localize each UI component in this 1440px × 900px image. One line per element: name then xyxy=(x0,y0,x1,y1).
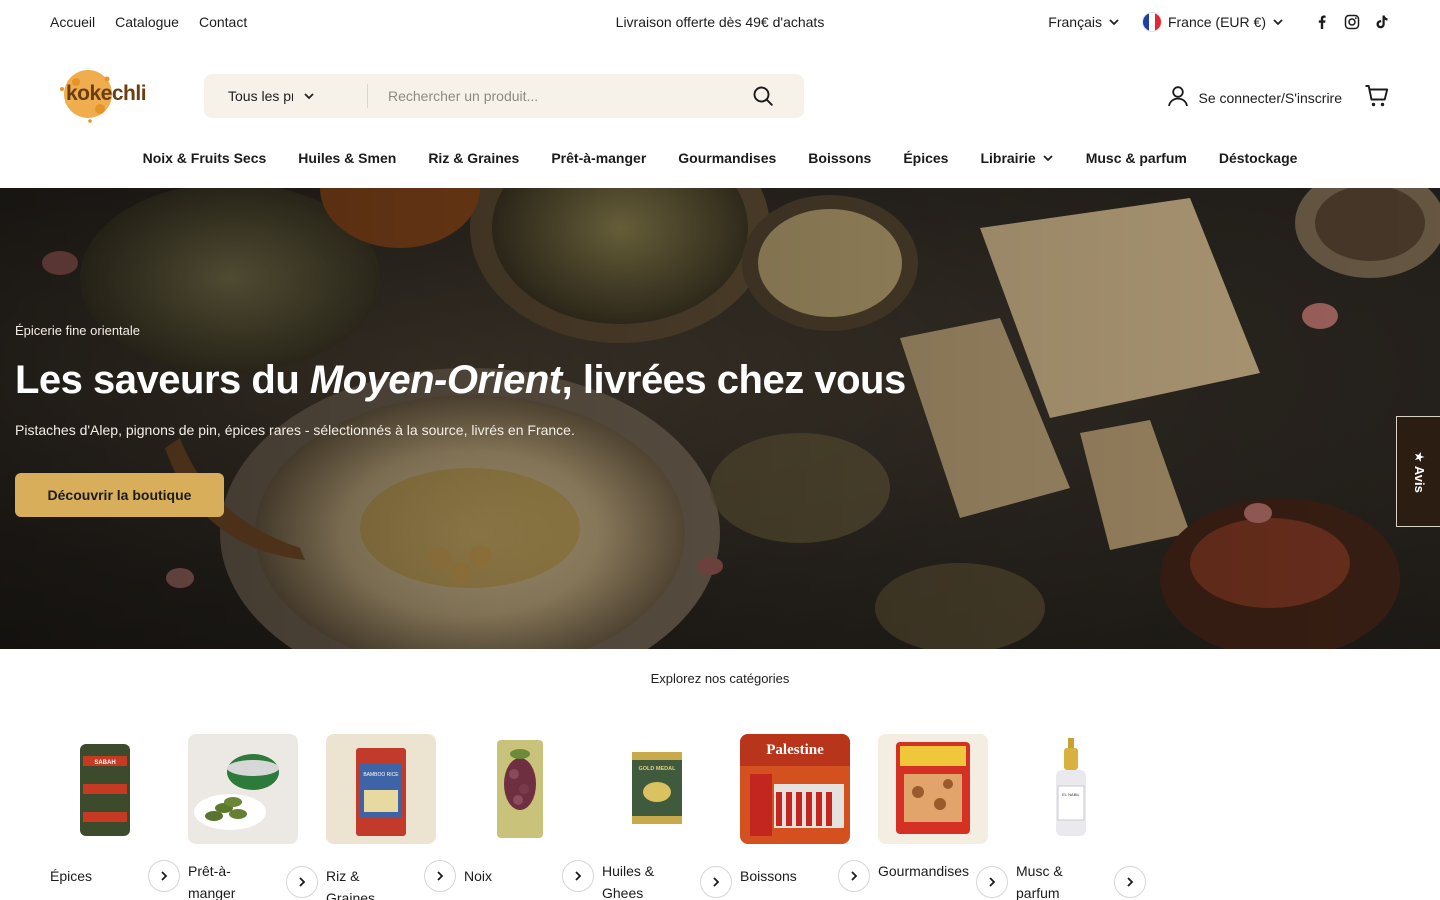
chevron-right-icon[interactable] xyxy=(700,866,732,898)
nav-riz-graines[interactable]: Riz & Graines xyxy=(428,150,519,166)
kokechli-logo[interactable]: kokechli xyxy=(50,64,152,124)
search-icon[interactable] xyxy=(752,85,774,107)
category-image-noix xyxy=(464,734,574,844)
category-label-huiles-ghees: Huiles & Ghees xyxy=(602,863,655,900)
main-navigation: Noix & Fruits Secs Huiles & Smen Riz & G… xyxy=(0,150,1440,166)
chevron-down-icon xyxy=(1108,16,1120,28)
reviews-tab[interactable]: ★ Avis xyxy=(1396,416,1440,527)
category-image-epices: SABAH xyxy=(50,734,160,844)
category-image-gourmandises xyxy=(878,734,988,844)
cart-icon[interactable] xyxy=(1364,83,1390,114)
hero-title: Les saveurs du Moyen-Orient, livrées che… xyxy=(15,358,906,403)
category-label-riz-graines: Riz & Graines xyxy=(326,868,376,900)
facebook-icon[interactable] xyxy=(1314,14,1330,30)
tiktok-icon[interactable] xyxy=(1374,14,1390,30)
chevron-right-icon[interactable] xyxy=(286,866,318,898)
category-label-noix: Noix xyxy=(464,868,493,884)
chevron-right-icon[interactable] xyxy=(562,860,594,892)
nav-pret-a-manger[interactable]: Prêt-à-manger xyxy=(551,150,646,166)
category-label-epices: Épices xyxy=(50,868,93,884)
utility-bar: Accueil Catalogue Contact Livraison offe… xyxy=(0,0,1440,46)
nav-destockage[interactable]: Déstockage xyxy=(1219,150,1298,166)
account-link[interactable]: Se connecter/S'inscrire xyxy=(1166,84,1342,111)
category-card-musc-parfum[interactable]: EL NABIL Musc & parfum xyxy=(1016,734,1146,900)
chevron-down-icon xyxy=(1042,152,1054,164)
language-selector[interactable]: Français xyxy=(1048,14,1120,30)
nav-huiles-smen[interactable]: Huiles & Smen xyxy=(298,150,396,166)
category-image-boissons: Palestine xyxy=(740,734,850,844)
category-label-boissons: Boissons xyxy=(740,868,797,884)
hero-overlay xyxy=(0,188,1440,649)
nav-boissons[interactable]: Boissons xyxy=(808,150,871,166)
category-card-huiles-ghees[interactable]: GOLD MEDAL Huiles & Ghees xyxy=(602,734,732,900)
language-label: Français xyxy=(1048,14,1102,30)
locale-controls: Français France (EUR €) xyxy=(1048,12,1390,32)
link-catalogue[interactable]: Catalogue xyxy=(115,14,179,30)
hero-eyebrow: Épicerie fine orientale xyxy=(15,323,141,338)
hero-title-emphasis: Moyen-Orient xyxy=(309,358,562,402)
link-contact[interactable]: Contact xyxy=(199,14,247,30)
svg-text:SABAH: SABAH xyxy=(94,760,115,766)
hero-subtitle: Pistaches d'Alep, pignons de pin, épices… xyxy=(15,422,575,438)
categories-heading: Explorez nos catégories xyxy=(650,671,790,686)
category-image-riz-graines: BAMBOO RICE xyxy=(326,734,436,844)
category-image-pret-a-manger xyxy=(188,734,298,844)
discover-shop-button[interactable]: Découvrir la boutique xyxy=(15,473,224,517)
search-category-selector[interactable]: Tous les produits xyxy=(204,84,368,108)
chevron-right-icon[interactable] xyxy=(976,866,1008,898)
nav-librairie-label: Librairie xyxy=(980,150,1036,166)
category-card-pret-a-manger[interactable]: Prêt-à-manger xyxy=(188,734,318,900)
svg-text:EL NABIL: EL NABIL xyxy=(1062,792,1080,797)
chevron-down-icon xyxy=(303,90,368,102)
country-selector[interactable]: France (EUR €) xyxy=(1141,12,1284,32)
chevron-right-icon[interactable] xyxy=(424,860,456,892)
category-card-noix[interactable]: Noix xyxy=(464,734,594,900)
hero-title-suffix: , livrées chez vous xyxy=(561,358,907,402)
chevron-down-icon xyxy=(1272,16,1284,28)
search-category-label: Tous les produits xyxy=(228,88,293,104)
france-flag-icon xyxy=(1141,12,1162,32)
instagram-icon[interactable] xyxy=(1344,14,1360,30)
nav-librairie[interactable]: Librairie xyxy=(980,150,1053,166)
svg-text:BAMBOO RICE: BAMBOO RICE xyxy=(363,772,399,778)
category-carousel: SABAH Épices Prêt-à-manger BAMBOO RICE R… xyxy=(50,734,1146,900)
nav-noix-fruits-secs[interactable]: Noix & Fruits Secs xyxy=(143,150,267,166)
category-card-boissons[interactable]: Palestine Boissons xyxy=(740,734,870,900)
user-icon xyxy=(1166,84,1190,111)
category-image-huiles-ghees: GOLD MEDAL xyxy=(602,734,712,844)
nav-epices[interactable]: Épices xyxy=(903,150,948,166)
category-image-musc-parfum: EL NABIL xyxy=(1016,734,1126,844)
chevron-right-icon[interactable] xyxy=(148,860,180,892)
svg-text:Palestine: Palestine xyxy=(766,742,824,758)
utility-links: Accueil Catalogue Contact xyxy=(50,14,247,30)
category-label-musc-parfum: Musc & parfum xyxy=(1016,863,1063,900)
category-card-epices[interactable]: SABAH Épices xyxy=(50,734,180,900)
logo-text: kokechli xyxy=(66,82,146,105)
chevron-right-icon[interactable] xyxy=(1114,866,1146,898)
svg-text:GOLD MEDAL: GOLD MEDAL xyxy=(639,766,677,772)
hero-title-prefix: Les saveurs du xyxy=(15,358,310,402)
nav-musc-parfum[interactable]: Musc & parfum xyxy=(1086,150,1187,166)
category-card-gourmandises[interactable]: Gourmandises xyxy=(878,734,1008,900)
chevron-right-icon[interactable] xyxy=(838,860,870,892)
category-label-pret-a-manger: Prêt-à-manger xyxy=(188,863,236,900)
hero-banner: Épicerie fine orientale Les saveurs du M… xyxy=(0,188,1440,649)
social-links xyxy=(1314,14,1390,30)
country-label: France (EUR €) xyxy=(1167,14,1266,30)
link-accueil[interactable]: Accueil xyxy=(50,14,95,30)
nav-gourmandises[interactable]: Gourmandises xyxy=(678,150,776,166)
search-input[interactable] xyxy=(368,88,748,104)
search-bar: Tous les produits xyxy=(204,74,804,118)
category-label-gourmandises: Gourmandises xyxy=(878,863,970,879)
reviews-tab-label: ★ Avis xyxy=(1411,450,1427,493)
account-label: Se connecter/S'inscrire xyxy=(1198,89,1342,106)
category-card-riz-graines[interactable]: BAMBOO RICE Riz & Graines xyxy=(326,734,456,900)
